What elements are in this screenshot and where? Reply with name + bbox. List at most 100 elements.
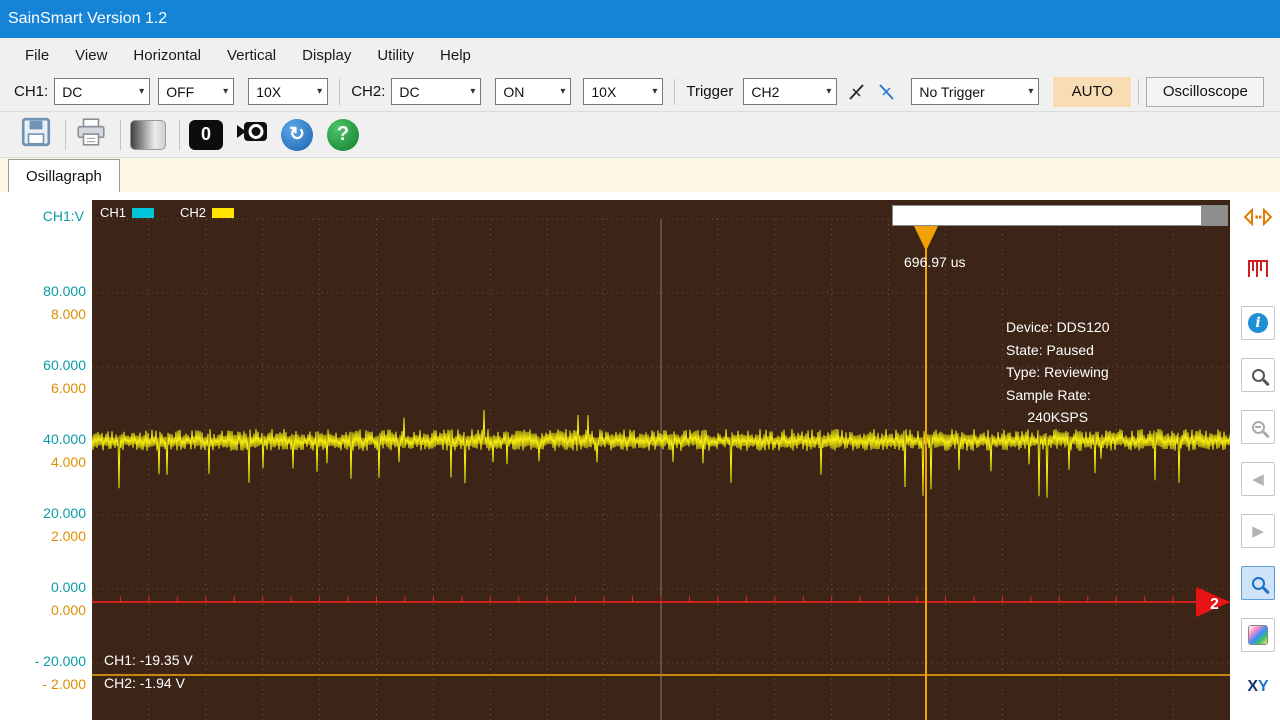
- menu-utility[interactable]: Utility: [364, 40, 427, 71]
- ch2-display-select[interactable]: ON ▾: [495, 78, 571, 105]
- ch1-coupling-select[interactable]: DC ▾: [54, 78, 150, 105]
- window-title: SainSmart Version 1.2: [8, 10, 167, 28]
- sample-rate-label: Sample Rate:: [1006, 384, 1110, 407]
- refresh-button[interactable]: ↻: [281, 119, 313, 151]
- back-button[interactable]: ◀: [1241, 462, 1275, 496]
- info-icon: i: [1248, 313, 1268, 333]
- ch2-coupling-value: DC: [399, 84, 419, 100]
- print-button[interactable]: [75, 116, 107, 153]
- ch1-display-value: OFF: [166, 84, 194, 100]
- chevron-down-icon: ▾: [1028, 86, 1033, 97]
- search-zoom-button[interactable]: [1241, 566, 1275, 600]
- magnifier-plus-icon: [1252, 369, 1265, 382]
- time-cursor-label: 696.97 us: [904, 254, 966, 270]
- measure-cursors-button[interactable]: [1241, 254, 1275, 288]
- device-type: Type: Reviewing: [1006, 361, 1110, 384]
- menu-view[interactable]: View: [62, 40, 120, 71]
- record-button[interactable]: [235, 118, 269, 151]
- axis-labels: CH1:V 80.00060.00040.00020.0000.000- 20.…: [0, 192, 92, 720]
- trigger-mode-select[interactable]: No Trigger ▾: [911, 78, 1039, 105]
- chevron-down-icon: ▾: [470, 86, 475, 97]
- xy-icon: X: [1247, 678, 1258, 696]
- ch1-probe-select[interactable]: 10X ▾: [248, 78, 328, 105]
- ch1-voltage-readout: CH1: -19.35 V: [104, 652, 193, 668]
- axis-tick-ch1: 80.000: [43, 283, 86, 299]
- scrollbar-thumb[interactable]: [1201, 206, 1227, 225]
- device-state: State: Paused: [1006, 339, 1110, 362]
- toolbar-separator: [120, 120, 121, 150]
- menu-bar: File View Horizontal Vertical Display Ut…: [0, 38, 1280, 72]
- chevron-down-icon: ▾: [317, 86, 322, 97]
- title-bar: SainSmart Version 1.2: [0, 0, 1280, 38]
- toolbar-separator: [1138, 79, 1139, 105]
- color-settings-button[interactable]: [1241, 618, 1275, 652]
- ch1-probe-value: 10X: [256, 84, 281, 100]
- ch2-color-swatch: [212, 208, 234, 218]
- color-palette-icon: [1248, 625, 1268, 645]
- ch2-label: CH2:: [351, 83, 385, 100]
- rising-edge-trigger-icon[interactable]: [845, 79, 871, 105]
- axis-tick-ch1: 0.000: [51, 579, 86, 595]
- ch2-coupling-select[interactable]: DC ▾: [391, 78, 481, 105]
- zoom-out-button[interactable]: [1241, 410, 1275, 444]
- horizontal-position-scrollbar[interactable]: [892, 205, 1228, 226]
- device-name: Device: DDS120: [1006, 316, 1110, 339]
- oscilloscope-button[interactable]: Oscilloscope: [1146, 77, 1264, 107]
- toolbar-separator: [674, 79, 675, 105]
- tab-osillagraph[interactable]: Osillagraph: [8, 159, 120, 192]
- device-info-panel: Device: DDS120 State: Paused Type: Revie…: [1006, 316, 1110, 429]
- ch1-color-swatch: [132, 208, 154, 218]
- question-mark-icon: ?: [337, 123, 349, 146]
- ch1-label: CH1:: [14, 83, 48, 100]
- chevron-down-icon: ▾: [139, 86, 144, 97]
- ch2-probe-value: 10X: [591, 84, 616, 100]
- axis-tick-ch2: 8.000: [51, 306, 86, 322]
- trigger-mode-value: No Trigger: [919, 84, 984, 100]
- axis-title: CH1:V: [43, 208, 84, 224]
- trigger-source-value: CH2: [751, 84, 779, 100]
- info-button[interactable]: i: [1241, 306, 1275, 340]
- ch2-display-value: ON: [503, 84, 524, 100]
- arrow-left-icon: ◀: [1252, 470, 1264, 488]
- refresh-icon: ↻: [289, 123, 305, 146]
- help-button[interactable]: ?: [327, 119, 359, 151]
- chevron-down-icon: ▾: [223, 86, 228, 97]
- zoom-in-button[interactable]: [1241, 358, 1275, 392]
- falling-edge-trigger-icon[interactable]: [875, 79, 901, 105]
- menu-file[interactable]: File: [12, 40, 62, 71]
- xy-mode-button[interactable]: XY: [1241, 670, 1275, 704]
- plot-legend: CH1 CH2: [100, 205, 234, 220]
- pan-horizontal-button[interactable]: [1241, 202, 1275, 236]
- pan-arrows-icon: [1244, 207, 1272, 232]
- auto-button[interactable]: AUTO: [1053, 77, 1131, 107]
- magnifier-minus-icon: [1252, 421, 1265, 434]
- trigger-label: Trigger: [686, 83, 733, 100]
- waveform-plot[interactable]: 2 CH1 CH2 696.97 us Device: DDS120 State…: [92, 200, 1230, 720]
- main-content: CH1:V 80.00060.00040.00020.0000.000- 20.…: [0, 192, 1280, 720]
- trigger-source-select[interactable]: CH2 ▾: [743, 78, 837, 105]
- axis-tick-ch2: 0.000: [51, 602, 86, 618]
- toolbar-separator: [65, 120, 66, 150]
- zero-button[interactable]: 0: [189, 120, 223, 150]
- arrow-right-icon: ▶: [1252, 522, 1264, 540]
- background-toggle-button[interactable]: [130, 120, 166, 150]
- ch2-probe-select[interactable]: 10X ▾: [583, 78, 663, 105]
- forward-button[interactable]: ▶: [1241, 514, 1275, 548]
- save-button[interactable]: [20, 116, 52, 153]
- toolbar-separator: [339, 79, 340, 105]
- axis-tick-ch1: 20.000: [43, 505, 86, 521]
- menu-vertical[interactable]: Vertical: [214, 40, 289, 71]
- waveform-canvas: 2: [92, 200, 1230, 720]
- chevron-down-icon: ▾: [652, 86, 657, 97]
- axis-tick-ch1: 60.000: [43, 357, 86, 373]
- channel-trigger-toolbar: CH1: DC ▾ OFF ▾ 10X ▾ CH2: DC ▾ ON ▾ 10X…: [0, 72, 1280, 112]
- ch1-display-select[interactable]: OFF ▾: [158, 78, 234, 105]
- menu-horizontal[interactable]: Horizontal: [120, 40, 214, 71]
- svg-text:2: 2: [1210, 596, 1219, 613]
- axis-tick-ch1: - 20.000: [35, 653, 86, 669]
- menu-help[interactable]: Help: [427, 40, 484, 71]
- printer-icon: [75, 116, 107, 153]
- axis-tick-ch2: 6.000: [51, 380, 86, 396]
- menu-display[interactable]: Display: [289, 40, 364, 71]
- tab-bar: Osillagraph: [0, 158, 1280, 192]
